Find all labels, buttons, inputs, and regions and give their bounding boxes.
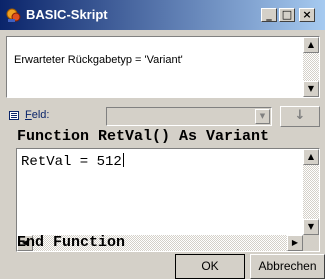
ok-button[interactable]: OK [175, 254, 245, 279]
description-scrollbar[interactable]: ▲ ▼ [303, 37, 319, 97]
function-header: Function RetVal() As Variant [17, 128, 270, 145]
minimize-icon: _ [266, 8, 272, 21]
minimize-button[interactable]: _ [261, 8, 277, 22]
arrow-down-icon: ↓ [294, 108, 306, 123]
field-label: Feld: [25, 109, 50, 121]
maximize-button[interactable]: □ [279, 8, 295, 22]
scroll-down-icon[interactable]: ▼ [303, 219, 319, 235]
window-title: BASIC-Skript [26, 7, 108, 22]
scrollbar-corner [303, 235, 319, 251]
editor-vertical-scrollbar[interactable]: ▲ ▼ [303, 149, 319, 235]
chevron-down-icon[interactable]: ▼ [255, 109, 270, 124]
insert-field-button[interactable]: ↓ [280, 106, 320, 127]
scroll-up-icon[interactable]: ▲ [303, 149, 319, 165]
maximize-icon: □ [281, 8, 293, 21]
close-button[interactable]: × [299, 8, 315, 22]
field-select[interactable]: ▼ [106, 107, 272, 126]
scroll-up-icon[interactable]: ▲ [303, 37, 319, 53]
basic-script-app-icon [6, 8, 21, 22]
description-box: Erwarteter Rückgabetyp = 'Variant' ▲ ▼ [6, 36, 320, 98]
scroll-down-icon[interactable]: ▼ [303, 81, 319, 97]
function-footer: End Function [17, 234, 126, 251]
cancel-button[interactable]: Abbrechen [250, 254, 325, 279]
expected-return-type-text: Erwarteter Rückgabetyp = 'Variant' [14, 54, 183, 66]
close-icon: × [302, 8, 312, 21]
field-list-icon [9, 111, 19, 120]
text-caret [122, 153, 124, 167]
scroll-right-icon[interactable]: ▶ [287, 235, 303, 251]
field-row: Feld: ▼ ↓ [0, 104, 325, 128]
basic-script-dialog: BASIC-Skript _ □ × Erwarteter Rückgabety… [0, 0, 325, 279]
code-editor-text[interactable]: RetVal = 512 [21, 153, 124, 170]
title-bar[interactable]: BASIC-Skript _ □ × [0, 0, 325, 30]
